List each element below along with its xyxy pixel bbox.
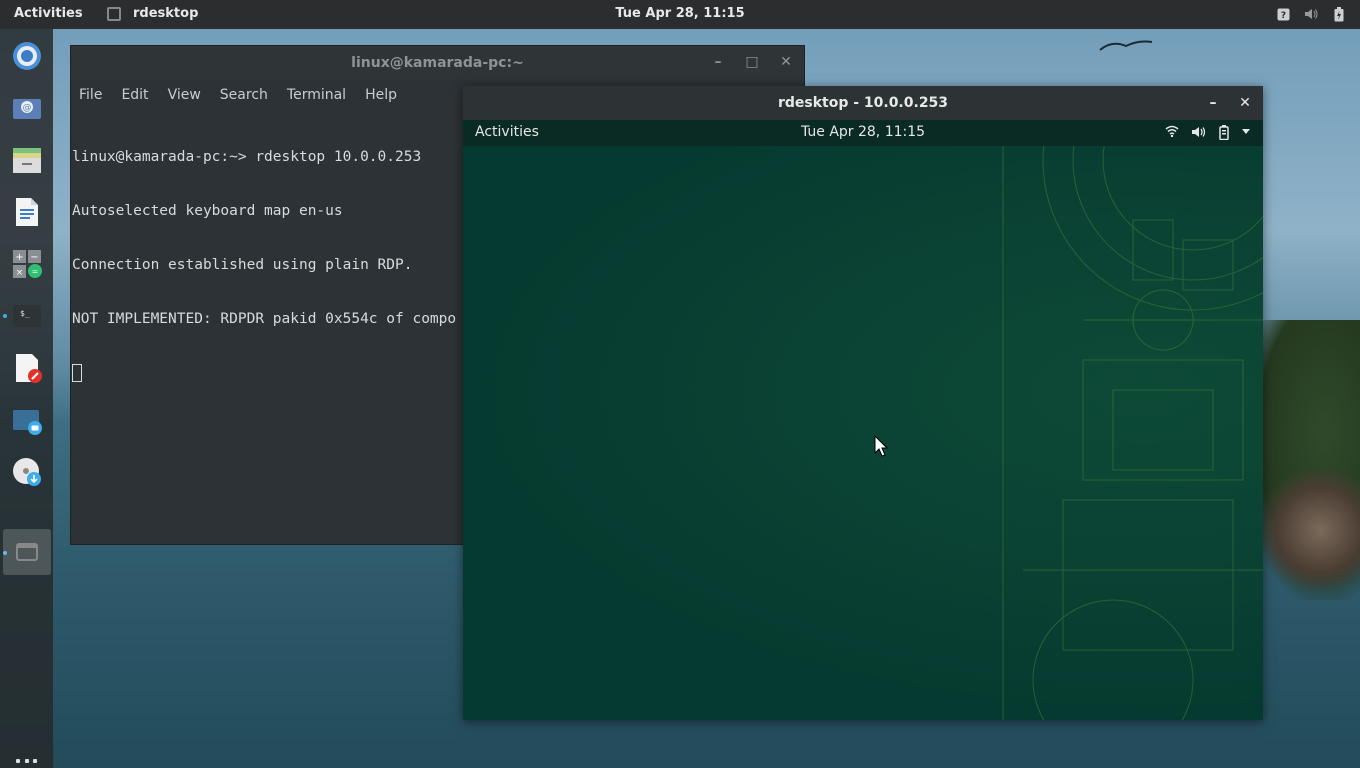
svg-text:+: + (15, 252, 23, 263)
remote-top-bar: Activities Tue Apr 28, 11:15 (463, 120, 1263, 146)
system-tray[interactable]: ? (1276, 6, 1346, 22)
menu-search[interactable]: Search (220, 87, 268, 103)
rdesktop-titlebar[interactable]: rdesktop - 10.0.0.253 – ✕ (463, 86, 1263, 120)
close-icon[interactable]: ✕ (1237, 95, 1253, 111)
screenshot-icon[interactable] (10, 403, 44, 437)
battery-icon[interactable] (1332, 6, 1346, 22)
text-editor-icon[interactable] (10, 351, 44, 385)
document-icon[interactable] (10, 195, 44, 229)
terminal-cursor (72, 364, 82, 382)
disk-icon[interactable] (10, 455, 44, 489)
maximize-icon[interactable]: □ (744, 54, 760, 70)
terminal-window-controls: – □ ✕ (710, 54, 794, 70)
volume-icon[interactable] (1304, 6, 1318, 22)
svg-text:=: = (32, 267, 39, 276)
remote-desktop-screen[interactable]: Activities Tue Apr 28, 11:15 (463, 120, 1263, 720)
volume-icon[interactable] (1191, 125, 1207, 144)
running-indicator (3, 314, 7, 318)
menu-arrow-icon[interactable] (1241, 125, 1251, 144)
menu-edit[interactable]: Edit (121, 87, 148, 103)
svg-text:?: ? (1280, 11, 1285, 21)
close-icon[interactable]: ✕ (778, 54, 794, 70)
remote-wallpaper-blueprint (1002, 120, 1263, 720)
mouse-pointer-icon (874, 435, 888, 457)
svg-text:×: × (16, 268, 24, 278)
svg-text:−: − (30, 252, 38, 263)
minimize-icon[interactable]: – (710, 54, 726, 70)
remote-system-tray[interactable] (1165, 125, 1251, 144)
rdesktop-window[interactable]: rdesktop - 10.0.0.253 – ✕ Activities Tue… (463, 86, 1263, 720)
menu-file[interactable]: File (79, 87, 102, 103)
terminal-icon[interactable]: $_ (10, 299, 44, 333)
calculator-icon[interactable]: + − × = (10, 247, 44, 281)
clock[interactable]: Tue Apr 28, 11:15 (0, 6, 1360, 21)
rdesktop-title: rdesktop - 10.0.0.253 (777, 95, 949, 111)
mail-icon[interactable]: @ (10, 91, 44, 125)
top-bar: Activities rdesktop Tue Apr 28, 11:15 ? (0, 0, 1360, 29)
help-icon[interactable]: ? (1276, 6, 1290, 22)
svg-text:@: @ (23, 103, 32, 113)
remote-clock[interactable]: Tue Apr 28, 11:15 (463, 124, 1263, 140)
wallpaper-bird (1099, 40, 1153, 51)
apps-grid-icon[interactable] (16, 759, 38, 768)
rdesktop-window-controls: – ✕ (1205, 95, 1253, 111)
terminal-title: linux@kamarada-pc:~ (351, 55, 524, 71)
files-icon[interactable] (10, 143, 44, 177)
svg-text:$_: $_ (20, 309, 30, 318)
window-icon[interactable] (3, 529, 51, 575)
dock: @ + − × = $_ (0, 29, 53, 768)
chromium-icon[interactable] (10, 39, 44, 73)
minimize-icon[interactable]: – (1205, 95, 1221, 111)
battery-icon[interactable] (1219, 125, 1229, 144)
wallpaper-rocks (1260, 470, 1360, 590)
menu-help[interactable]: Help (365, 87, 397, 103)
menu-terminal[interactable]: Terminal (287, 87, 346, 103)
wifi-icon[interactable] (1165, 125, 1179, 144)
menu-view[interactable]: View (168, 87, 201, 103)
terminal-titlebar[interactable]: linux@kamarada-pc:~ – □ ✕ (71, 46, 804, 80)
